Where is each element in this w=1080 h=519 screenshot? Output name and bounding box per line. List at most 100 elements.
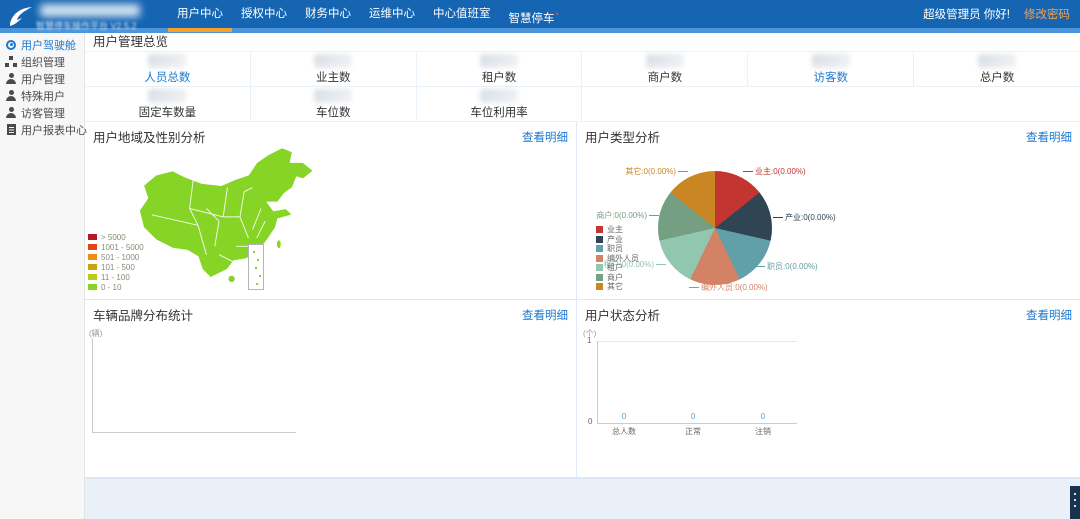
nav-menu: 用户中心授权中心财务中心运维中心中心值班室智慧停车• (168, 0, 568, 28)
stats-row-1: 人员总数 业主数租户数 商户数 访客数 总户数 (85, 52, 1080, 87)
sidebar-item-special-users[interactable]: 特殊用户 (0, 87, 84, 104)
bar-value-label: 0 (691, 412, 695, 421)
south-sea-inset (248, 244, 264, 290)
visitor-icon (5, 107, 17, 119)
nav-tab-user-center[interactable]: 用户中心 (168, 0, 232, 28)
sidebar-item-label: 用户报表中心 (21, 122, 87, 138)
legend-swatch (88, 264, 97, 270)
status-ytick-min: 0 (588, 417, 592, 426)
legend-swatch (88, 284, 97, 290)
stat-card-tenant-count: 租户数 (417, 52, 583, 87)
logo-name-redacted (40, 4, 140, 17)
user-type-detail-link[interactable]: 查看明细 (1026, 129, 1072, 145)
legend-swatch (596, 274, 603, 281)
stat-cell-empty (748, 87, 914, 122)
legend-swatch (596, 283, 603, 290)
china-map (135, 144, 345, 294)
nav-tab-smart-parking[interactable]: 智慧停车• (500, 0, 568, 28)
dashboard-icon (5, 39, 17, 51)
panel-user-type: 用户类型分析 查看明细 业主:0(0.00%)产业:0(0.00%)职员:0(0… (577, 122, 1080, 300)
map-legend-item: 0 - 10 (88, 282, 144, 292)
stat-card-owner-count: 业主数 (251, 52, 417, 87)
legend-label: > 5000 (101, 233, 126, 242)
pie-data-label: 产业:0(0.00%) (773, 212, 836, 223)
stat-card-total-household-count: 总户数 (914, 52, 1080, 87)
stat-value-redacted (314, 54, 352, 68)
stat-cell-empty (914, 87, 1080, 122)
stat-card-fixed-vehicle-count: 固定车数量 (85, 87, 251, 122)
sidebar-item-label: 组织管理 (21, 54, 65, 70)
x-axis-category: 总人数 (612, 426, 636, 437)
region-gender-detail-link[interactable]: 查看明细 (522, 129, 568, 145)
legend-label: 11 - 100 (101, 273, 130, 282)
map-legend-item: 501 - 1000 (88, 252, 144, 262)
legend-label: 501 - 1000 (101, 253, 139, 262)
legend-swatch (596, 245, 603, 252)
main-content: 用户管理总览 人员总数 业主数租户数 商户数 访客数 总户数 固定车数量 车位数 车位利用率… (85, 33, 1080, 519)
pie-data-label: 其它:0(0.00%) (625, 166, 688, 177)
map-legend: > 50001001 - 5000501 - 1000101 - 50011 -… (88, 232, 144, 292)
stat-label: 商户数 (648, 69, 683, 85)
sidebar-item-user-report-center[interactable]: 用户报表中心 (0, 121, 84, 138)
stat-value-redacted (148, 89, 186, 103)
panel-user-status: 用户状态分析 查看明细 (个) 1 0 0总人数0正常0注销 (577, 300, 1080, 478)
sidebar-item-user-management[interactable]: 用户管理 (0, 70, 84, 87)
stat-label: 总户数 (980, 69, 1015, 85)
change-password-link[interactable]: 修改密码 (1024, 6, 1070, 22)
stat-card-parking-utilization: 车位利用率 (417, 87, 583, 122)
stat-value-redacted (480, 89, 518, 103)
legend-swatch (88, 254, 97, 260)
nav-tab-auth-center[interactable]: 授权中心 (232, 0, 296, 28)
x-axis-category: 正常 (685, 426, 701, 437)
stat-value-redacted (978, 54, 1016, 68)
stats-overview: 人员总数 业主数租户数 商户数 访客数 总户数 固定车数量 车位数 车位利用率 (85, 52, 1080, 122)
special-user-icon (5, 90, 17, 102)
stat-label[interactable]: 访客数 (813, 69, 848, 85)
stat-card-merchant-count: 商户数 (582, 52, 748, 87)
user-status-detail-link[interactable]: 查看明细 (1026, 307, 1072, 323)
stat-label: 固定车数量 (139, 104, 197, 120)
nav-tab-ops-center[interactable]: 运维中心 (360, 0, 424, 28)
floating-widget[interactable] (1070, 486, 1080, 519)
status-gridline (597, 341, 797, 342)
legend-label: 101 - 500 (101, 263, 135, 272)
sidebar-item-org-management[interactable]: 组织管理 (0, 53, 84, 70)
map-legend-item: > 5000 (88, 232, 144, 242)
panel-vehicle-brand-title: 车辆品牌分布统计 (93, 305, 193, 324)
vehicle-brand-detail-link[interactable]: 查看明细 (522, 307, 568, 323)
nav-tab-duty-room[interactable]: 中心值班室 (424, 0, 500, 28)
pie-data-label: 商户:0(0.00%) (596, 210, 659, 221)
sidebar-item-user-dashboard[interactable]: 用户驾驶舱 (0, 36, 84, 53)
panel-vehicle-brand: 车辆品牌分布统计 查看明细 (辆) (85, 300, 577, 478)
panel-user-type-title: 用户类型分析 (585, 127, 660, 146)
map-legend-item: 101 - 500 (88, 262, 144, 272)
legend-swatch (596, 264, 603, 271)
map-legend-item: 1001 - 5000 (88, 242, 144, 252)
stat-label[interactable]: 人员总数 (144, 69, 190, 85)
stat-card-parking-space-count: 车位数 (251, 87, 417, 122)
nav-tab-finance-center[interactable]: 财务中心 (296, 0, 360, 28)
stat-value-redacted (148, 54, 186, 68)
logo-subtitle: 智慧停车操作平台 V2.5.2 (36, 19, 137, 32)
navbar-right: 超级管理员 你好! 修改密码 (923, 0, 1070, 28)
app-logo: 智慧停车操作平台 V2.5.2 (6, 1, 171, 33)
x-axis-category: 注销 (755, 426, 771, 437)
user-icon (5, 73, 17, 85)
page-title: 用户管理总览 (85, 33, 1080, 52)
legend-swatch (596, 255, 603, 262)
pie-data-label: 职员:0(0.00%) (755, 261, 818, 272)
sidebar-item-label: 用户驾驶舱 (21, 37, 76, 53)
bar-value-label: 0 (761, 412, 765, 421)
stat-label: 车位利用率 (470, 104, 528, 120)
sidebar-item-visitor-management[interactable]: 访客管理 (0, 104, 84, 121)
panel-region-gender: 用户地域及性别分析 查看明细 > 50001001 - 5000501 - 10… (85, 122, 577, 300)
legend-swatch (88, 244, 97, 250)
panel-user-status-title: 用户状态分析 (585, 305, 660, 324)
sidebar-item-label: 特殊用户 (21, 88, 65, 104)
map-legend-item: 11 - 100 (88, 272, 144, 282)
charts-grid: 用户地域及性别分析 查看明细 > 50001001 - 5000501 - 10… (85, 122, 1080, 478)
legend-swatch (596, 226, 603, 233)
stat-value-redacted (480, 54, 518, 68)
pie-legend: 业主产业职员编外人员租户商户其它 (596, 225, 639, 292)
vehicle-y-axis (92, 338, 93, 432)
